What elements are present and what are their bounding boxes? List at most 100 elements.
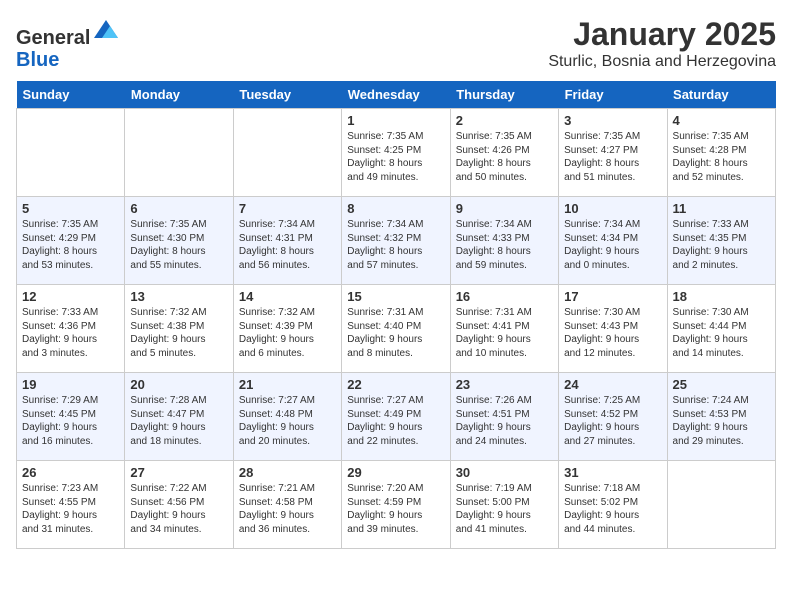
day-number: 16 <box>456 289 553 304</box>
day-info: Sunrise: 7:25 AM Sunset: 4:52 PM Dayligh… <box>564 394 661 448</box>
day-info: Sunrise: 7:35 AM Sunset: 4:28 PM Dayligh… <box>673 130 770 184</box>
calendar-cell: 5 Sunrise: 7:35 AM Sunset: 4:29 PM Daylig… <box>17 197 125 285</box>
day-info: Sunrise: 7:35 AM Sunset: 4:26 PM Dayligh… <box>456 130 553 184</box>
calendar-cell: 30 Sunrise: 7:19 AM Sunset: 5:00 PM Dayli… <box>450 461 558 549</box>
calendar-cell: 16 Sunrise: 7:31 AM Sunset: 4:41 PM Dayli… <box>450 285 558 373</box>
day-number: 24 <box>564 377 661 392</box>
day-info: Sunrise: 7:21 AM Sunset: 4:58 PM Dayligh… <box>239 482 336 536</box>
calendar-cell: 20 Sunrise: 7:28 AM Sunset: 4:47 PM Dayli… <box>125 373 233 461</box>
calendar-cell: 13 Sunrise: 7:32 AM Sunset: 4:38 PM Dayli… <box>125 285 233 373</box>
calendar-cell: 2Sunrise: 7:35 AM Sunset: 4:26 PM Daylig… <box>450 109 558 197</box>
week-row-1: 1 Sunrise: 7:35 AM Sunset: 4:25 PM Daylig… <box>17 109 776 197</box>
day-number: 26 <box>22 465 119 480</box>
day-number: 7 <box>239 201 336 216</box>
day-number: 1 <box>347 113 444 128</box>
day-number: 23 <box>456 377 553 392</box>
day-info: Sunrise: 7:18 AM Sunset: 5:02 PM Dayligh… <box>564 482 661 536</box>
day-info: Sunrise: 7:34 AM Sunset: 4:31 PM Dayligh… <box>239 218 336 272</box>
day-number: 8 <box>347 201 444 216</box>
day-number: 18 <box>673 289 770 304</box>
day-number: 25 <box>673 377 770 392</box>
day-info: Sunrise: 7:35 AM Sunset: 4:29 PM Dayligh… <box>22 218 119 272</box>
day-number: 20 <box>130 377 227 392</box>
day-number: 13 <box>130 289 227 304</box>
day-info: Sunrise: 7:28 AM Sunset: 4:47 PM Dayligh… <box>130 394 227 448</box>
week-row-3: 12 Sunrise: 7:33 AM Sunset: 4:36 PM Dayli… <box>17 285 776 373</box>
days-header-row: SundayMondayTuesdayWednesdayThursdayFrid… <box>17 81 776 109</box>
day-number: 15 <box>347 289 444 304</box>
calendar-cell: 28Sunrise: 7:21 AM Sunset: 4:58 PM Dayli… <box>233 461 341 549</box>
title-block: January 2025 Sturlic, Bosnia and Herzego… <box>548 16 776 71</box>
calendar-cell: 23Sunrise: 7:26 AM Sunset: 4:51 PM Dayli… <box>450 373 558 461</box>
calendar-cell: 22 Sunrise: 7:27 AM Sunset: 4:49 PM Dayli… <box>342 373 450 461</box>
day-number: 3 <box>564 113 661 128</box>
calendar-cell: 26Sunrise: 7:23 AM Sunset: 4:55 PM Dayli… <box>17 461 125 549</box>
day-number: 11 <box>673 201 770 216</box>
day-number: 9 <box>456 201 553 216</box>
calendar-cell: 29 Sunrise: 7:20 AM Sunset: 4:59 PM Dayli… <box>342 461 450 549</box>
day-info: Sunrise: 7:35 AM Sunset: 4:30 PM Dayligh… <box>130 218 227 272</box>
day-info: Sunrise: 7:31 AM Sunset: 4:41 PM Dayligh… <box>456 306 553 360</box>
calendar-cell: 27Sunrise: 7:22 AM Sunset: 4:56 PM Dayli… <box>125 461 233 549</box>
subtitle: Sturlic, Bosnia and Herzegovina <box>548 53 776 71</box>
day-number: 21 <box>239 377 336 392</box>
day-info: Sunrise: 7:27 AM Sunset: 4:48 PM Dayligh… <box>239 394 336 448</box>
day-info: Sunrise: 7:27 AM Sunset: 4:49 PM Dayligh… <box>347 394 444 448</box>
calendar-cell <box>125 109 233 197</box>
day-info: Sunrise: 7:22 AM Sunset: 4:56 PM Dayligh… <box>130 482 227 536</box>
week-row-2: 5 Sunrise: 7:35 AM Sunset: 4:29 PM Daylig… <box>17 197 776 285</box>
day-number: 14 <box>239 289 336 304</box>
calendar-cell: 1 Sunrise: 7:35 AM Sunset: 4:25 PM Daylig… <box>342 109 450 197</box>
calendar-cell: 3Sunrise: 7:35 AM Sunset: 4:27 PM Daylig… <box>559 109 667 197</box>
logo-general: General <box>16 27 90 49</box>
calendar-cell: 15Sunrise: 7:31 AM Sunset: 4:40 PM Dayli… <box>342 285 450 373</box>
day-info: Sunrise: 7:32 AM Sunset: 4:38 PM Dayligh… <box>130 306 227 360</box>
page-header: General Blue January 2025 Sturlic, Bosni… <box>16 16 776 71</box>
day-number: 22 <box>347 377 444 392</box>
calendar-cell: 9 Sunrise: 7:34 AM Sunset: 4:33 PM Daylig… <box>450 197 558 285</box>
day-number: 6 <box>130 201 227 216</box>
day-number: 29 <box>347 465 444 480</box>
day-number: 5 <box>22 201 119 216</box>
day-number: 30 <box>456 465 553 480</box>
calendar-cell: 8 Sunrise: 7:34 AM Sunset: 4:32 PM Daylig… <box>342 197 450 285</box>
calendar-cell: 18Sunrise: 7:30 AM Sunset: 4:44 PM Dayli… <box>667 285 775 373</box>
logo-icon <box>92 16 120 44</box>
day-header-monday: Monday <box>125 81 233 109</box>
calendar-cell: 21 Sunrise: 7:27 AM Sunset: 4:48 PM Dayli… <box>233 373 341 461</box>
day-info: Sunrise: 7:29 AM Sunset: 4:45 PM Dayligh… <box>22 394 119 448</box>
day-header-wednesday: Wednesday <box>342 81 450 109</box>
calendar-cell: 14Sunrise: 7:32 AM Sunset: 4:39 PM Dayli… <box>233 285 341 373</box>
day-number: 12 <box>22 289 119 304</box>
calendar-cell: 11Sunrise: 7:33 AM Sunset: 4:35 PM Dayli… <box>667 197 775 285</box>
calendar-cell: 7 Sunrise: 7:34 AM Sunset: 4:31 PM Daylig… <box>233 197 341 285</box>
day-info: Sunrise: 7:34 AM Sunset: 4:32 PM Dayligh… <box>347 218 444 272</box>
calendar-cell: 25 Sunrise: 7:24 AM Sunset: 4:53 PM Dayli… <box>667 373 775 461</box>
calendar-cell <box>667 461 775 549</box>
calendar-cell: 10 Sunrise: 7:34 AM Sunset: 4:34 PM Dayli… <box>559 197 667 285</box>
day-info: Sunrise: 7:30 AM Sunset: 4:43 PM Dayligh… <box>564 306 661 360</box>
calendar-cell: 19 Sunrise: 7:29 AM Sunset: 4:45 PM Dayli… <box>17 373 125 461</box>
week-row-5: 26Sunrise: 7:23 AM Sunset: 4:55 PM Dayli… <box>17 461 776 549</box>
day-number: 10 <box>564 201 661 216</box>
day-info: Sunrise: 7:19 AM Sunset: 5:00 PM Dayligh… <box>456 482 553 536</box>
logo: General Blue <box>16 16 120 71</box>
day-info: Sunrise: 7:20 AM Sunset: 4:59 PM Dayligh… <box>347 482 444 536</box>
day-number: 31 <box>564 465 661 480</box>
day-info: Sunrise: 7:34 AM Sunset: 4:33 PM Dayligh… <box>456 218 553 272</box>
calendar-cell: 17Sunrise: 7:30 AM Sunset: 4:43 PM Dayli… <box>559 285 667 373</box>
day-info: Sunrise: 7:24 AM Sunset: 4:53 PM Dayligh… <box>673 394 770 448</box>
calendar-cell <box>233 109 341 197</box>
day-header-thursday: Thursday <box>450 81 558 109</box>
day-header-saturday: Saturday <box>667 81 775 109</box>
day-header-tuesday: Tuesday <box>233 81 341 109</box>
day-info: Sunrise: 7:33 AM Sunset: 4:36 PM Dayligh… <box>22 306 119 360</box>
day-info: Sunrise: 7:34 AM Sunset: 4:34 PM Dayligh… <box>564 218 661 272</box>
calendar-table: SundayMondayTuesdayWednesdayThursdayFrid… <box>16 81 776 549</box>
logo-blue: Blue <box>16 49 59 71</box>
calendar-cell: 24 Sunrise: 7:25 AM Sunset: 4:52 PM Dayli… <box>559 373 667 461</box>
calendar-cell: 4 Sunrise: 7:35 AM Sunset: 4:28 PM Daylig… <box>667 109 775 197</box>
day-info: Sunrise: 7:35 AM Sunset: 4:25 PM Dayligh… <box>347 130 444 184</box>
day-number: 19 <box>22 377 119 392</box>
day-number: 4 <box>673 113 770 128</box>
